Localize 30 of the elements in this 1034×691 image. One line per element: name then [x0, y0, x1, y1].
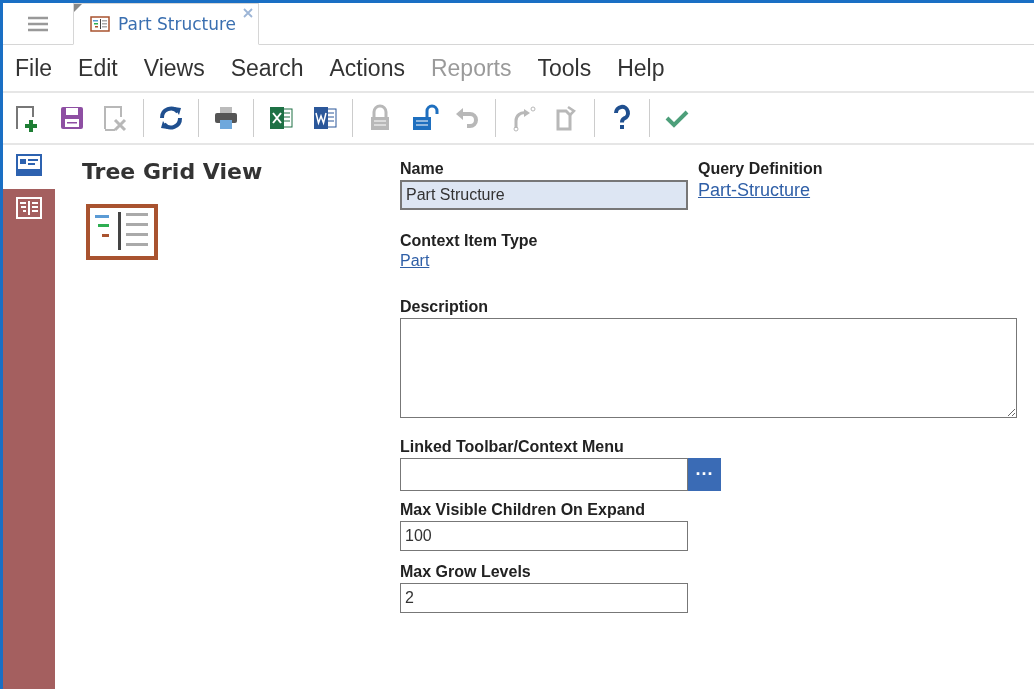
- field-label: Max Visible Children On Expand: [400, 501, 647, 520]
- menu-item[interactable]: Tools: [524, 54, 605, 82]
- field-label: Max Grow Levels: [400, 563, 532, 582]
- menu-item[interactable]: Edit: [65, 54, 131, 82]
- field-label: Description: [400, 298, 489, 317]
- field-label: Name: [400, 160, 445, 179]
- form-title: Tree Grid View: [82, 159, 264, 184]
- query-definition-link[interactable]: Part-Structure: [698, 180, 823, 201]
- item-type-link[interactable]: Part: [400, 252, 430, 270]
- menu-item[interactable]: Search: [217, 54, 317, 82]
- field-label: Context Item Type: [400, 232, 539, 251]
- menu-item[interactable]: Views: [130, 54, 218, 82]
- tree-grid-icon[interactable]: [16, 197, 42, 219]
- field-label: Query Definition: [698, 160, 823, 179]
- linked-toolbar-field[interactable]: [400, 458, 688, 491]
- max-levels-field[interactable]: 2: [400, 583, 688, 613]
- tree-grid-icon: [86, 204, 158, 260]
- form-icon[interactable]: [15, 153, 43, 177]
- corner-icon: [74, 4, 82, 12]
- menu-item[interactable]: Actions: [316, 54, 418, 82]
- menu-item[interactable]: Help: [604, 54, 678, 82]
- tree-grid-icon: [90, 16, 110, 32]
- description-field[interactable]: [400, 318, 1017, 418]
- max-children-field[interactable]: 100: [400, 521, 688, 551]
- browse-button[interactable]: ···: [688, 458, 721, 491]
- field-label: Linked Toolbar/Context Menu: [400, 438, 625, 457]
- name-field[interactable]: Part Structure: [400, 180, 688, 210]
- tab[interactable]: Part Structure: [73, 3, 260, 45]
- menu-item[interactable]: File: [3, 54, 66, 82]
- tab-label: Part Structure: [118, 14, 237, 34]
